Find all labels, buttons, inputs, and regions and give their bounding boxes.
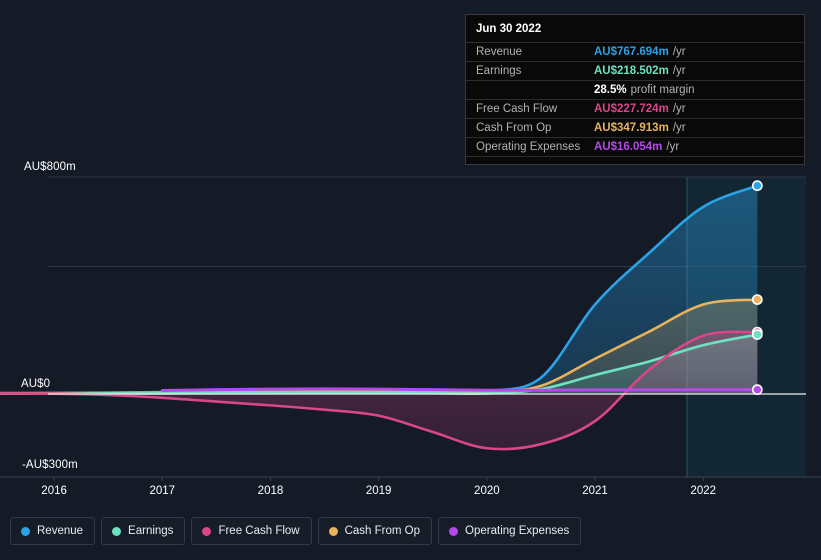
line-operating-expenses <box>160 387 759 392</box>
legend-color-dot <box>449 526 459 536</box>
tooltip-rows: Revenue AU$767.694m/yr Earnings AU$218.502m… <box>466 42 804 156</box>
legend-color-dot <box>202 526 212 536</box>
tooltip-row-suffix: /yr <box>666 141 680 153</box>
tooltip-row: Earnings AU$218.502m/yr <box>466 61 804 80</box>
legend-item-operating-expenses[interactable]: Operating Expenses <box>438 517 582 545</box>
tooltip-row-suffix: /yr <box>672 103 686 115</box>
tooltip-row-key: Revenue <box>476 46 523 58</box>
tooltip-row-value: AU$227.724m/yr <box>594 103 686 115</box>
legend-item-label: Operating Expenses <box>465 525 570 537</box>
y-axis-label-800m: AU$800m <box>24 161 76 173</box>
data-tooltip: Jun 30 2022 Revenue AU$767.694m/yr Earning… <box>465 14 805 165</box>
tooltip-row-key: Free Cash Flow <box>476 103 558 115</box>
tooltip-row-suffix: /yr <box>672 122 686 134</box>
legend-color-dot <box>328 526 338 536</box>
tooltip-row: Operating Expenses AU$16.054m/yr <box>466 137 804 156</box>
legend-color-dot <box>112 526 122 536</box>
tooltip-row: Cash From Op AU$347.913m/yr <box>466 118 804 137</box>
tooltip-row-value: AU$16.054m/yr <box>594 141 680 153</box>
tooltip-row-key: Earnings <box>476 65 522 77</box>
x-axis-label-2018: 2018 <box>257 485 284 497</box>
legend-item-label: Earnings <box>128 525 174 537</box>
legend-item-earnings[interactable]: Earnings <box>101 517 186 545</box>
tooltip-row-suffix: /yr <box>672 46 686 58</box>
endpoint-cash-from-op <box>751 294 763 306</box>
legend-item-label: Cash From Op <box>344 525 421 537</box>
endpoint-earnings <box>751 329 763 340</box>
tooltip-row-suffix: /yr <box>672 65 686 77</box>
x-axis-label-2016: 2016 <box>41 485 67 497</box>
y-axis-label-neg300m: -AU$300m <box>22 459 78 472</box>
tooltip-row: Free Cash Flow AU$227.724m/yr <box>466 99 804 118</box>
tooltip-row-value: AU$767.694m/yr <box>594 46 686 58</box>
tooltip-date: Jun 30 2022 <box>476 23 542 35</box>
tooltip-row-value: AU$218.502m/yr <box>594 65 686 77</box>
tooltip-row: Revenue AU$767.694m/yr <box>466 42 804 61</box>
legend-item-free-cash-flow[interactable]: Free Cash Flow <box>191 517 312 545</box>
tooltip-row-suffix: profit margin <box>630 84 695 96</box>
endpoint-operating-expenses <box>751 384 763 396</box>
tooltip-row-key: Cash From Op <box>476 122 552 134</box>
chart-legend: Revenue Earnings Free Cash Flow Cash From O… <box>10 517 582 545</box>
legend-item-label: Revenue <box>37 525 84 537</box>
tooltip-row-key: Operating Expenses <box>476 141 581 153</box>
legend-item-label: Free Cash Flow <box>218 525 300 537</box>
x-axis-label-2022: 2022 <box>690 485 717 497</box>
legend-item-cash-from-op[interactable]: Cash From Op <box>317 517 433 545</box>
tooltip-row: 28.5% profit margin <box>466 80 804 99</box>
legend-item-revenue[interactable]: Revenue <box>10 517 96 545</box>
tooltip-row-value: 28.5% profit margin <box>594 84 695 96</box>
endpoint-revenue <box>751 180 763 192</box>
x-axis-label-2019: 2019 <box>365 485 392 497</box>
x-axis-label-2020: 2020 <box>474 485 500 497</box>
x-axis-label-2017: 2017 <box>149 485 176 497</box>
legend-color-dot <box>21 526 30 536</box>
x-axis-label-2021: 2021 <box>582 485 608 497</box>
tooltip-row-value: AU$347.913m/yr <box>594 122 686 134</box>
y-axis-label-zero: AU$0 <box>21 378 51 390</box>
tooltip-bottom-rule <box>466 156 804 164</box>
